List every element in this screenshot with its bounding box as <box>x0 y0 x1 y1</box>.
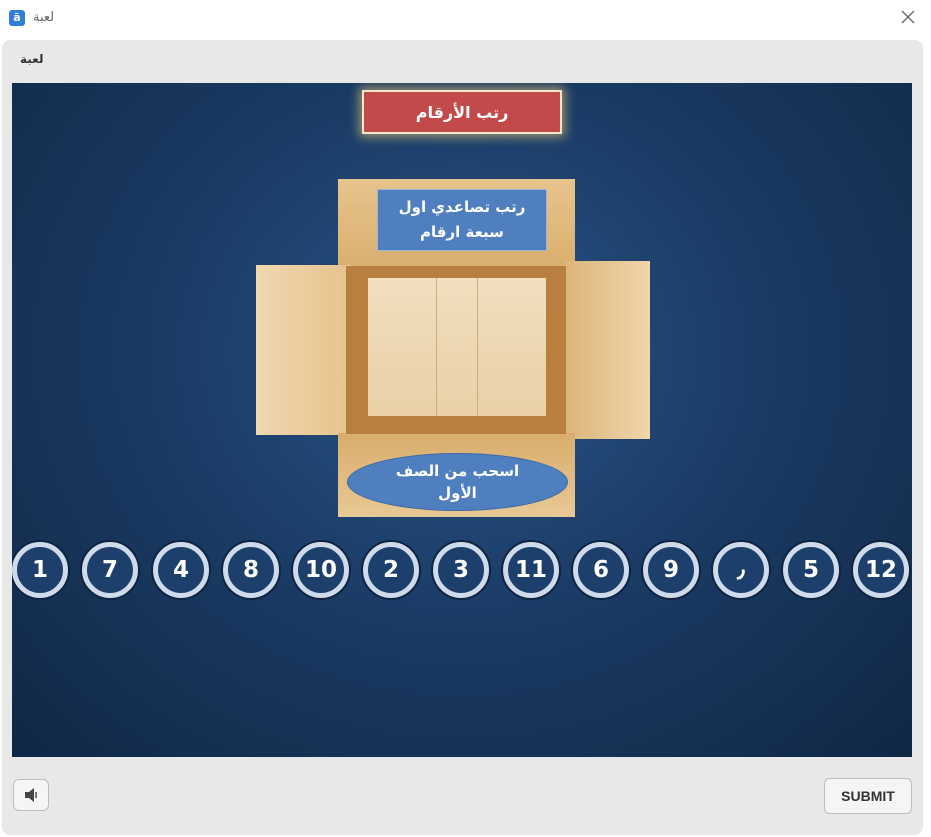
number-token[interactable]: 6 <box>573 542 629 598</box>
number-token[interactable]: 12 <box>853 542 909 598</box>
number-token[interactable]: 1 <box>12 542 68 598</box>
instruction-label: رتب تصاعدي اول سبعة ارقام <box>377 189 547 251</box>
number-token[interactable]: 10 <box>293 542 349 598</box>
submit-button[interactable]: SUBMIT <box>824 778 912 814</box>
number-token[interactable]: 11 <box>503 542 559 598</box>
number-token[interactable]: 8 <box>223 542 279 598</box>
close-icon[interactable] <box>899 8 917 26</box>
number-token[interactable]: 7 <box>82 542 138 598</box>
panel-title: لعبة <box>20 52 44 66</box>
window-titlebar: ā لعبة <box>0 0 931 38</box>
window-title: لعبة <box>33 10 55 25</box>
speaker-icon <box>25 788 37 802</box>
number-token[interactable]: 3 <box>433 542 489 598</box>
game-stage: رتب الأرقام رتب تصاعدي اول سبعة ارقام اس… <box>12 83 912 757</box>
number-token[interactable]: 2 <box>363 542 419 598</box>
number-token[interactable]: ٫ <box>713 542 769 598</box>
game-banner: رتب الأرقام <box>362 90 562 134</box>
box-flap-left <box>256 265 351 435</box>
sound-button[interactable] <box>13 779 49 811</box>
box-seam <box>436 278 478 416</box>
number-token[interactable]: 4 <box>153 542 209 598</box>
drag-hint-label: اسحب من الصف الأول <box>347 453 568 511</box>
app-icon: ā <box>9 10 25 26</box>
number-token[interactable]: 5 <box>783 542 839 598</box>
number-token[interactable]: 9 <box>643 542 699 598</box>
box-flap-right <box>564 261 650 439</box>
